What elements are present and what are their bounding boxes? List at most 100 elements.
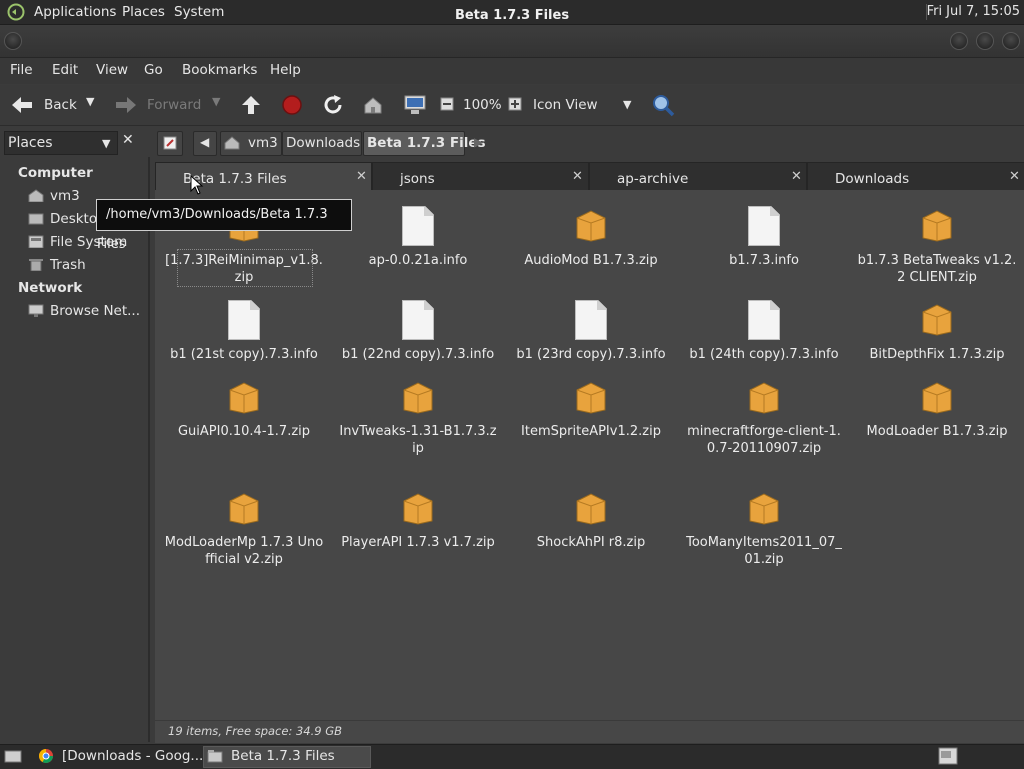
- sidebar-item-trash[interactable]: Trash: [50, 257, 86, 273]
- file-item-label[interactable]: TooManyItems2011_07_01.zip: [684, 534, 844, 568]
- trash-icon: [29, 259, 43, 271]
- document-file-icon[interactable]: [402, 300, 434, 340]
- mouse-cursor-icon: [190, 175, 204, 195]
- close-tab-icon[interactable]: ✕: [356, 169, 367, 184]
- maximize-button[interactable]: [976, 32, 994, 50]
- zip-archive-icon[interactable]: [228, 380, 260, 414]
- file-item-label[interactable]: b1 (22nd copy).7.3.info: [338, 346, 498, 363]
- menu-view[interactable]: View: [96, 62, 128, 78]
- focus-rectangle: [177, 249, 313, 287]
- search-icon[interactable]: [651, 93, 675, 117]
- zip-archive-icon[interactable]: [402, 491, 434, 525]
- menu-file[interactable]: File: [10, 62, 33, 78]
- document-file-icon[interactable]: [748, 300, 780, 340]
- file-item-label[interactable]: ap-0.0.21a.info: [338, 252, 498, 269]
- workspace-switcher-icon[interactable]: [938, 747, 958, 765]
- menu-go[interactable]: Go: [144, 62, 163, 78]
- path-segment-label: vm3: [248, 135, 278, 151]
- sidebar-section-network: Network: [18, 280, 83, 296]
- close-window-button[interactable]: [1002, 32, 1020, 50]
- forward-button: Forward: [147, 97, 202, 113]
- document-file-icon[interactable]: [402, 206, 434, 246]
- file-item-label[interactable]: b1.7.3.info: [684, 252, 844, 269]
- forward-arrow-icon: [116, 97, 136, 113]
- back-arrow-icon[interactable]: [10, 95, 34, 115]
- zoom-out-icon[interactable]: [440, 97, 454, 111]
- chevron-right-icon: ▶: [474, 135, 484, 149]
- file-item-label[interactable]: b1 (21st copy).7.3.info: [164, 346, 324, 363]
- home-icon[interactable]: [362, 94, 384, 116]
- taskbar-item-label: Beta 1.7.3 Files: [231, 748, 335, 764]
- computer-icon[interactable]: [403, 94, 427, 116]
- file-item-label[interactable]: minecraftforge-client-1.0.7-20110907.zip: [684, 423, 844, 457]
- zip-archive-icon[interactable]: [921, 302, 953, 336]
- view-mode-select[interactable]: Icon View: [533, 97, 598, 113]
- chevron-left-icon: ◀: [200, 135, 210, 149]
- tab-label: Downloads: [835, 171, 910, 187]
- zip-archive-icon[interactable]: [921, 208, 953, 242]
- back-button[interactable]: Back: [44, 97, 77, 113]
- home-folder-icon: [28, 189, 44, 202]
- folder-icon: [207, 750, 223, 763]
- network-icon: [28, 304, 44, 317]
- close-tab-icon[interactable]: ✕: [1009, 169, 1020, 184]
- file-item-label[interactable]: ItemSpriteAPIv1.2.zip: [511, 423, 671, 440]
- document-file-icon[interactable]: [228, 300, 260, 340]
- up-arrow-icon[interactable]: [240, 94, 262, 116]
- zip-archive-icon[interactable]: [402, 380, 434, 414]
- menu-help[interactable]: Help: [270, 62, 301, 78]
- menu-bookmarks[interactable]: Bookmarks: [182, 62, 257, 78]
- file-item-label[interactable]: PlayerAPI 1.7.3 v1.7.zip: [338, 534, 498, 551]
- zip-archive-icon[interactable]: [575, 380, 607, 414]
- zip-archive-icon[interactable]: [748, 380, 780, 414]
- places-selector-label: Places: [8, 135, 53, 151]
- zip-archive-icon[interactable]: [228, 491, 260, 525]
- document-file-icon[interactable]: [748, 206, 780, 246]
- sidebar-item-vm3[interactable]: vm3: [50, 188, 80, 204]
- taskbar-item-label: [Downloads - Goog...: [62, 748, 204, 764]
- home-folder-icon: [224, 136, 240, 150]
- close-sidebar-icon[interactable]: ✕: [122, 132, 134, 148]
- close-tab-icon[interactable]: ✕: [791, 169, 802, 184]
- close-tab-icon[interactable]: ✕: [572, 169, 583, 184]
- document-file-icon[interactable]: [575, 300, 607, 340]
- zip-archive-icon[interactable]: [748, 491, 780, 525]
- forward-history-dropdown-icon: ▼: [212, 95, 221, 108]
- file-item-label[interactable]: InvTweaks-1.31-B1.7.3.zip: [338, 423, 498, 457]
- sidebar-item-browse-network[interactable]: Browse Net...: [50, 303, 140, 319]
- chrome-icon: [39, 749, 53, 763]
- zip-archive-icon[interactable]: [575, 491, 607, 525]
- file-item-label[interactable]: ShockAhPI r8.zip: [511, 534, 671, 551]
- path-tooltip: /home/vm3/Downloads/Beta 1.7.3 Files: [96, 199, 352, 252]
- show-desktop-icon[interactable]: [4, 748, 22, 764]
- tab-label: ap-archive: [617, 171, 689, 187]
- back-history-dropdown-icon[interactable]: ▼: [86, 95, 94, 108]
- file-item-label[interactable]: BitDepthFix 1.7.3.zip: [857, 346, 1017, 363]
- file-item-label[interactable]: GuiAPI0.10.4-1.7.zip: [164, 423, 324, 440]
- zip-archive-icon[interactable]: [921, 380, 953, 414]
- minimize-button[interactable]: [950, 32, 968, 50]
- reload-icon[interactable]: [322, 94, 344, 116]
- window-menu-button[interactable]: [4, 32, 22, 50]
- window-titlebar[interactable]: [0, 25, 1024, 58]
- file-item-label[interactable]: b1 (23rd copy).7.3.info: [511, 346, 671, 363]
- path-segment-label: Beta 1.7.3 Files: [367, 135, 486, 151]
- sidebar-section-computer: Computer: [18, 165, 93, 181]
- view-mode-dropdown-icon[interactable]: ▼: [623, 98, 631, 111]
- zoom-in-icon[interactable]: [508, 97, 522, 111]
- file-system-icon: [28, 235, 44, 248]
- window-title: Beta 1.7.3 Files: [454, 8, 570, 23]
- stop-icon[interactable]: [281, 94, 303, 116]
- file-item-label[interactable]: ModLoaderMp 1.7.3 Unofficial v2.zip: [164, 534, 324, 568]
- desktop-folder-icon: [28, 213, 44, 225]
- status-text: 19 items, Free space: 34.9 GB: [168, 724, 343, 738]
- zoom-level[interactable]: 100%: [463, 97, 502, 113]
- places-dropdown-icon[interactable]: ▼: [102, 137, 110, 150]
- file-item-label[interactable]: AudioMod B1.7.3.zip: [511, 252, 671, 269]
- zip-archive-icon[interactable]: [575, 208, 607, 242]
- file-item-label[interactable]: ModLoader B1.7.3.zip: [857, 423, 1017, 440]
- edit-location-icon: [163, 136, 177, 150]
- file-item-label[interactable]: b1 (24th copy).7.3.info: [684, 346, 844, 363]
- menu-edit[interactable]: Edit: [52, 62, 78, 78]
- file-item-label[interactable]: b1.7.3 BetaTweaks v1.2.2 CLIENT.zip: [857, 252, 1017, 286]
